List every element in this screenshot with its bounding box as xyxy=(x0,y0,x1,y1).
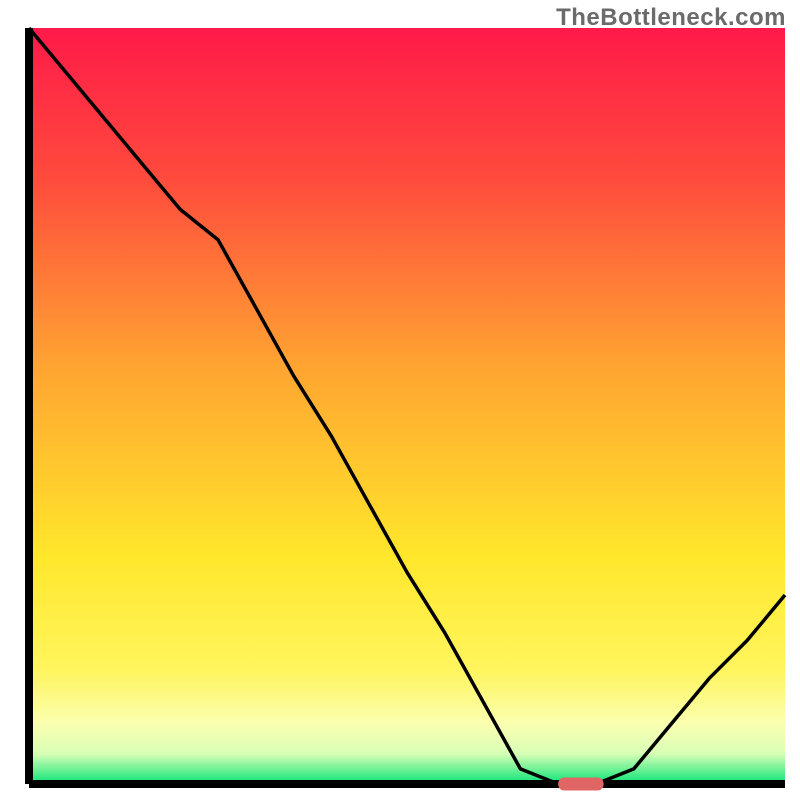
plot-background xyxy=(29,28,785,784)
watermark-text: TheBottleneck.com xyxy=(556,4,786,32)
chart-container: { "watermark": "TheBottleneck.com", "cha… xyxy=(0,0,800,800)
bottleneck-chart xyxy=(0,0,800,800)
optimal-marker xyxy=(558,778,603,791)
